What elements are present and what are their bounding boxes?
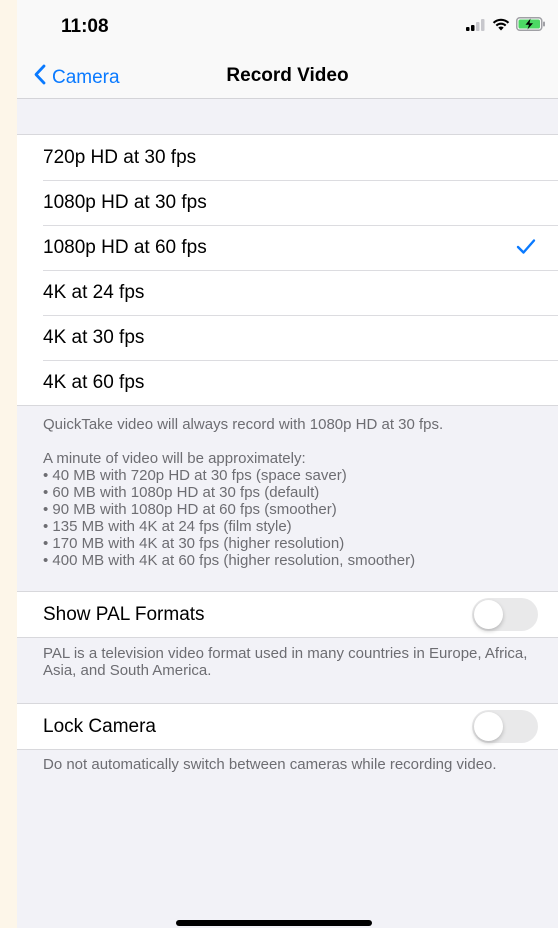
lock-camera-description: Do not automatically switch between came…: [43, 756, 497, 773]
wifi-icon: [492, 18, 510, 36]
pal-formats-toggle[interactable]: [472, 598, 538, 631]
page-title: Record Video: [226, 65, 349, 86]
toggle-knob: [474, 600, 503, 629]
option-label: 4K at 24 fps: [43, 281, 145, 303]
lock-camera-label: Lock Camera: [43, 715, 156, 737]
size-info-intro: A minute of video will be approximately:: [43, 450, 306, 467]
option-label: 4K at 30 fps: [43, 326, 145, 348]
signal-icon: [466, 18, 486, 36]
screen: 11:08 Camera Record Video 720p HD at 30 …: [17, 0, 558, 928]
option-label: 4K at 60 fps: [43, 371, 145, 393]
battery-charging-icon: [516, 17, 546, 36]
option-label: 1080p HD at 30 fps: [43, 191, 207, 213]
option-4k-30fps[interactable]: 4K at 30 fps: [17, 315, 558, 360]
lock-camera-group: Lock Camera: [17, 703, 558, 750]
resolution-options-list: 720p HD at 30 fps 1080p HD at 30 fps 108…: [17, 134, 558, 406]
lock-camera-toggle[interactable]: [472, 710, 538, 743]
home-indicator: [176, 920, 372, 926]
size-info-item: • 400 MB with 4K at 60 fps (higher resol…: [43, 552, 416, 569]
status-icons: [466, 17, 546, 36]
size-info-item: • 170 MB with 4K at 30 fps (higher resol…: [43, 535, 345, 552]
checkmark-icon: [516, 238, 536, 261]
size-info-item: • 90 MB with 1080p HD at 60 fps (smoothe…: [43, 501, 337, 518]
toggle-knob: [474, 712, 503, 741]
option-label: 1080p HD at 60 fps: [43, 236, 207, 258]
size-info-item: • 135 MB with 4K at 24 fps (film style): [43, 518, 292, 535]
option-720p-30fps[interactable]: 720p HD at 30 fps: [17, 135, 558, 180]
pal-formats-group: Show PAL Formats: [17, 591, 558, 638]
navigation-bar: Camera Record Video: [17, 56, 558, 99]
size-info-item: • 60 MB with 1080p HD at 30 fps (default…: [43, 484, 320, 501]
lock-camera-row: Lock Camera: [17, 704, 558, 749]
quicktake-note: QuickTake video will always record with …: [43, 416, 444, 433]
size-info-item: • 40 MB with 720p HD at 30 fps (space sa…: [43, 467, 347, 484]
pal-description: PAL is a television video format used in…: [43, 645, 528, 679]
option-4k-24fps[interactable]: 4K at 24 fps: [17, 270, 558, 315]
option-label: 720p HD at 30 fps: [43, 146, 197, 168]
status-time: 11:08: [61, 16, 109, 37]
pal-formats-label: Show PAL Formats: [43, 603, 205, 625]
pal-formats-row: Show PAL Formats: [17, 592, 558, 637]
size-info: A minute of video will be approximately:…: [43, 450, 543, 569]
option-4k-60fps[interactable]: 4K at 60 fps: [17, 360, 558, 405]
status-bar: 11:08: [17, 0, 558, 56]
option-1080p-60fps[interactable]: 1080p HD at 60 fps: [17, 225, 558, 270]
option-1080p-30fps[interactable]: 1080p HD at 30 fps: [17, 180, 558, 225]
